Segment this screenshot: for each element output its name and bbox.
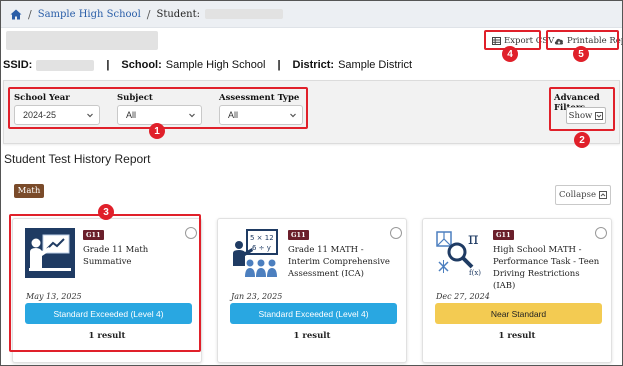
assessment-title: High School MATH - Performance Task - Te…: [493, 245, 600, 291]
result-count: 1 result: [293, 331, 331, 341]
ssid-label: SSID:: [3, 59, 33, 71]
printable-reports-label: Printable Reports: [567, 36, 622, 46]
grade-badge: G11: [493, 230, 514, 240]
info-divider: |: [277, 59, 281, 71]
annotation-number-5: 5: [573, 46, 589, 62]
show-label: Show: [568, 110, 593, 121]
collapse-icon: [598, 191, 607, 199]
card-select-radio[interactable]: [185, 227, 197, 239]
pi-symbol: π: [468, 229, 479, 248]
teacher-presentation-icon: [25, 228, 75, 278]
assessment-date: Jan 23, 2025: [231, 292, 283, 301]
assessment-title: Grade 11 Math Summative: [83, 245, 149, 267]
assessment-title: Grade 11 MATH - Interim Comprehensive As…: [288, 245, 390, 279]
school-label: School:: [121, 59, 162, 71]
district-value: Sample District: [338, 59, 413, 71]
assessment-card[interactable]: G11 Grade 11 Math Summative May 13, 2025…: [12, 218, 202, 363]
export-csv-label: Export CSV: [504, 36, 555, 46]
assessment-date: May 13, 2025: [26, 292, 82, 301]
app-frame: / Sample High School / Student: Export C…: [0, 0, 623, 366]
assessment-card[interactable]: π f(x) G11 High School MATH - Performanc…: [422, 218, 612, 363]
grade-badge: G11: [288, 230, 309, 240]
breadcrumb-separator: /: [146, 7, 151, 21]
result-count: 1 result: [498, 331, 536, 341]
subject-label: Subject: [117, 93, 153, 103]
annotation-number-2: 2: [574, 132, 590, 148]
redacted-ssid: [36, 59, 95, 71]
result-level-button[interactable]: Standard Exceeded (Level 4): [230, 303, 397, 324]
school-value: Sample High School: [165, 59, 266, 71]
report-title: Student Test History Report: [4, 152, 151, 166]
chevron-down-icon: [86, 111, 94, 119]
redacted-student-heading: [6, 31, 158, 50]
expand-icon: [595, 111, 604, 120]
result-level-button[interactable]: Near Standard: [435, 303, 602, 324]
printable-reports-button[interactable]: Printable Reports: [554, 34, 622, 48]
breadcrumb-school-link[interactable]: Sample High School: [38, 9, 141, 20]
chevron-down-icon: [188, 111, 196, 119]
assessment-type-value: All: [228, 110, 239, 120]
result-count: 1 result: [88, 331, 126, 341]
assessment-type-label: Assessment Type: [219, 93, 300, 103]
redacted-student-name: [204, 9, 283, 19]
assessment-date: Dec 27, 2024: [436, 292, 490, 301]
function-label: f(x): [469, 269, 481, 277]
advanced-filters-show-button[interactable]: Show: [566, 107, 606, 124]
chevron-down-icon: [289, 111, 297, 119]
assessment-card[interactable]: 5 × 12 6 ÷ y G11 Grade 11 MATH - Interim…: [217, 218, 407, 363]
student-info-row: SSID: | School: Sample High School | Dis…: [3, 59, 412, 71]
card-select-radio[interactable]: [390, 227, 402, 239]
table-icon: [492, 37, 501, 45]
school-year-select[interactable]: 2024-25: [14, 105, 100, 125]
subject-badge: Math: [14, 184, 44, 198]
math-symbols-icon: π f(x): [435, 228, 485, 278]
collapse-label: Collapse: [559, 190, 596, 200]
breadcrumb-separator: /: [28, 7, 32, 21]
annotation-number-1: 1: [149, 123, 165, 139]
board-equation-2: 6 ÷ y: [252, 244, 271, 252]
school-year-label: School Year: [14, 93, 70, 103]
board-equation-1: 5 × 12: [250, 234, 274, 242]
subject-select[interactable]: All: [117, 105, 202, 125]
card-select-radio[interactable]: [595, 227, 607, 239]
grade-badge: G11: [83, 230, 104, 240]
home-icon[interactable]: [10, 9, 22, 20]
school-year-value: 2024-25: [23, 110, 57, 120]
annotation-number-4: 4: [502, 46, 518, 62]
breadcrumb-student-label: Student:: [156, 8, 200, 20]
info-divider: |: [106, 59, 110, 71]
math-class-icon: 5 × 12 6 ÷ y: [230, 228, 280, 278]
annotation-number-3: 3: [98, 204, 114, 220]
result-level-button[interactable]: Standard Exceeded (Level 4): [25, 303, 192, 324]
collapse-button[interactable]: Collapse: [555, 185, 611, 205]
cloud-download-icon: [554, 37, 564, 45]
district-label: District:: [292, 59, 335, 71]
breadcrumb: / Sample High School / Student:: [1, 1, 622, 28]
subject-value: All: [126, 110, 137, 120]
export-csv-button[interactable]: Export CSV: [492, 34, 554, 48]
assessment-type-select[interactable]: All: [219, 105, 303, 125]
